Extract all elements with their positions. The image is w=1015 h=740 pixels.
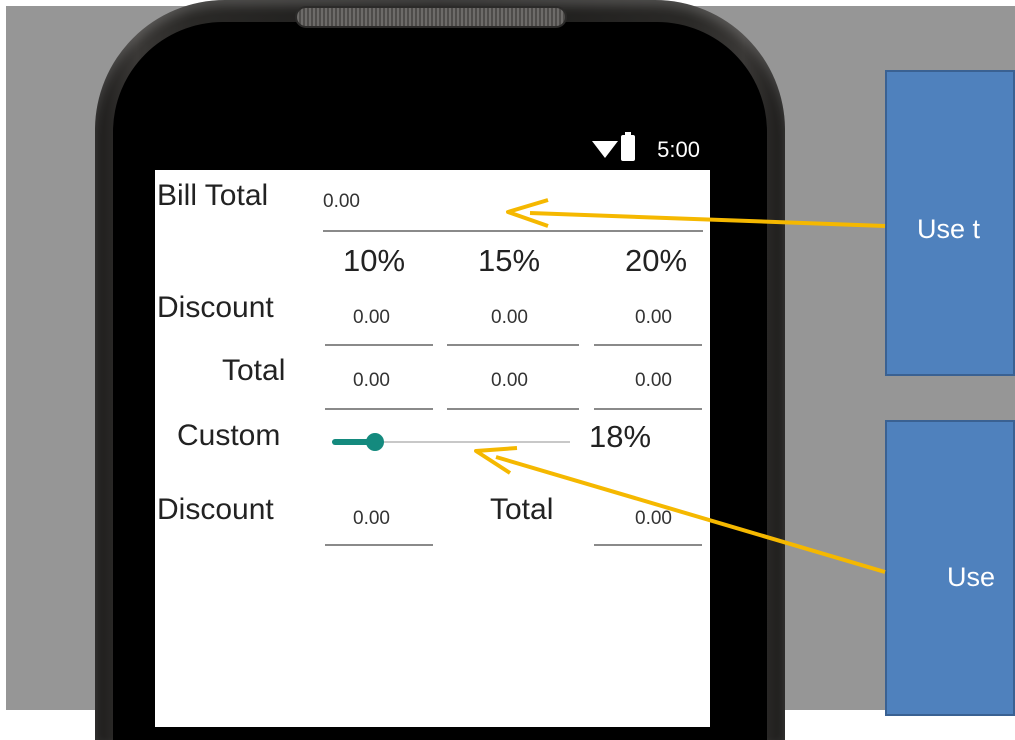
arrow-to-slider-icon — [474, 446, 886, 574]
callout-arrows — [474, 198, 886, 574]
arrow-to-bill-total-icon — [506, 198, 886, 228]
